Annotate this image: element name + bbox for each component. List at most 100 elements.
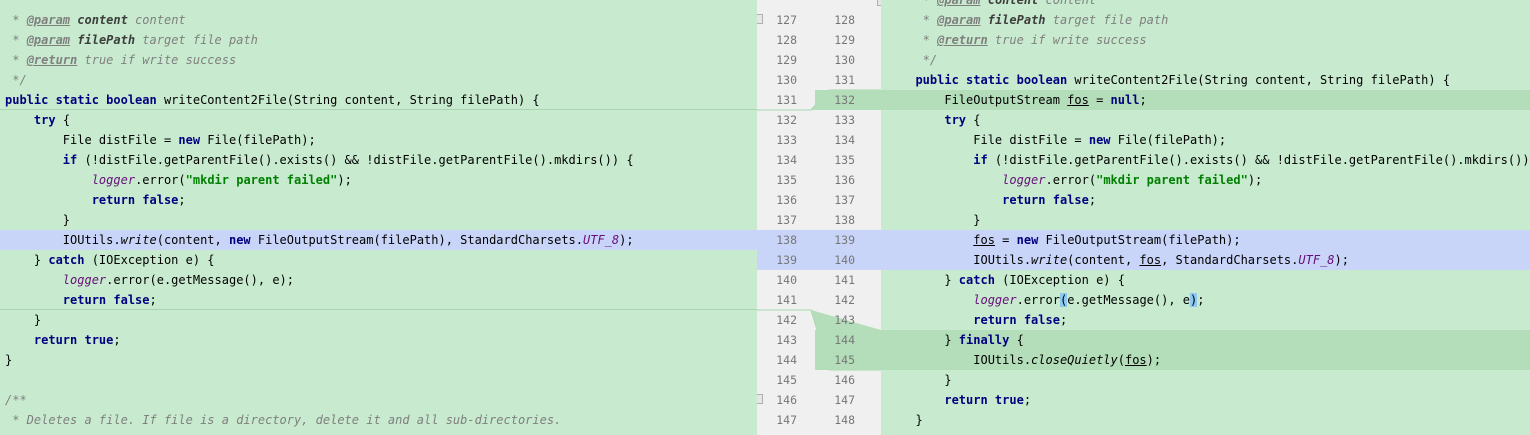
code-token: (content, [1067,253,1140,267]
right-code-line[interactable]: return false; [881,310,1530,330]
left-code-line[interactable]: } [0,350,757,370]
left-line-number: 144 [776,353,797,367]
line-number-gutter: 127 128 128 129 129 130 130 131 131 132 132 133 133 1… [757,0,881,435]
code-token: ; [113,333,121,347]
code-token: "mkdir parent failed" [185,173,338,187]
left-code-line[interactable]: logger.error("mkdir parent failed"); [0,170,757,190]
right-code-line[interactable]: File distFile = new File(filePath); [881,130,1530,150]
left-code-line[interactable]: */ [0,70,757,90]
left-code-line[interactable]: return false; [0,190,757,210]
right-code-line[interactable]: FileOutputStream fos = null; [881,90,1530,110]
code-token: } [901,333,959,347]
code-token: closeQuietly [1031,353,1118,367]
right-line-number: 140 [834,253,855,267]
code-token: @param [937,0,981,7]
left-line-number: 134 [776,153,797,167]
code-token: fos [1067,93,1089,107]
code-token: } [5,353,13,367]
code-token: = [994,233,1017,247]
code-token: } [901,413,923,427]
code-token: try [33,113,56,127]
code-token: public static boolean [5,93,157,107]
right-code-line[interactable]: * @return true if write success [881,30,1530,50]
left-code-line[interactable]: /** [0,390,757,410]
code-token: IOUtils. [5,233,121,247]
left-code-line[interactable] [0,370,757,390]
right-code-line[interactable]: return true; [881,390,1530,410]
code-token: , StandardCharsets. [1161,253,1299,267]
right-code-line[interactable]: } [881,210,1530,230]
code-token: } [5,213,71,227]
left-code-line[interactable]: return false; [0,290,757,310]
right-code-line[interactable]: logger.error("mkdir parent failed"); [881,170,1530,190]
code-token: ; [1023,393,1032,407]
code-token: fos [1124,353,1147,367]
left-code-line[interactable]: File distFile = new File(filePath); [0,130,757,150]
left-code-line[interactable]: * @param content content [0,10,757,30]
left-editor-pane[interactable]: * @param content content * @param filePa… [0,0,757,435]
code-token: (IOException e) { [994,273,1125,287]
code-token: write [120,233,157,247]
right-code-line[interactable]: } catch (IOException e) { [881,270,1530,290]
left-code-line[interactable]: } catch (IOException e) { [0,250,757,270]
left-code-line[interactable]: * @param filePath target file path [0,30,757,50]
code-token: ; [1139,93,1147,107]
left-code-line[interactable]: if (!distFile.getParentFile().exists() &… [0,150,757,170]
left-line-number: 129 [776,53,797,67]
right-line-number: 142 [834,293,855,307]
left-code-line[interactable]: IOUtils.write(content, new FileOutputStr… [0,230,757,250]
code-token: return false [1002,193,1089,207]
left-code-line[interactable]: * Deletes a file. If file is a directory… [0,410,757,430]
right-code-line[interactable]: public static boolean writeContent2File(… [881,70,1530,90]
diff-viewer: * @param content content * @param filePa… [0,0,1530,435]
code-token: @param [937,13,981,27]
right-code-line[interactable]: * @param filePath target file path [881,10,1530,30]
code-token: writeContent2File(String content, String… [156,93,540,107]
code-token: IOUtils. [901,353,1032,367]
code-token: return false [91,193,179,207]
code-token: @param [26,13,71,27]
code-token: ); [619,233,634,247]
left-code-line[interactable]: return true; [0,330,757,350]
right-editor-pane[interactable]: * @param content content * @param filePa… [881,0,1530,435]
left-code-line[interactable]: } [0,310,757,330]
left-code-line[interactable]: } [0,210,757,230]
right-code-line[interactable]: if (!distFile.getParentFile().exists() &… [881,150,1530,170]
right-code-line[interactable]: fos = new FileOutputStream(filePath); [881,230,1530,250]
right-code-line[interactable]: */ [881,50,1530,70]
code-token: filePath [987,13,1046,27]
left-line-number: 137 [776,213,797,227]
right-code-line[interactable]: logger.error(e.getMessage(), e); [881,290,1530,310]
left-code-line[interactable]: try { [0,110,757,130]
right-code-line[interactable]: * @param content content [881,0,1530,10]
right-code-line[interactable]: try { [881,110,1530,130]
left-line-number: 127 [776,13,797,27]
left-code-line[interactable]: * @return true if write success [0,50,757,70]
code-token: ; [149,293,157,307]
right-code-line[interactable]: IOUtils.closeQuietly(fos); [881,350,1530,370]
right-code-line[interactable]: IOUtils.write(content, fos, StandardChar… [881,250,1530,270]
left-code-line[interactable]: public static boolean writeContent2File(… [0,90,757,110]
right-code-line[interactable]: } [881,410,1530,430]
code-token: return true [33,333,114,347]
code-token: File distFile = [901,133,1089,147]
code-token: FileOutputStream(filePath), StandardChar… [250,233,583,247]
right-line-number: 130 [834,53,855,67]
code-token: ); [1334,253,1349,267]
left-line-number: 147 [776,413,797,427]
right-line-number: 145 [834,353,855,367]
code-token: ; [1088,193,1097,207]
left-code-line[interactable]: logger.error(e.getMessage(), e); [0,270,757,290]
right-code-line[interactable]: } [881,370,1530,390]
code-token: content [987,0,1039,7]
code-token: @param [26,33,71,47]
code-token: true if write success [77,53,237,67]
code-token: * [5,13,27,27]
right-code-line[interactable]: } finally { [881,330,1530,350]
code-token: catch [48,253,85,267]
code-token: target file path [1045,13,1169,27]
right-code-line[interactable]: return false; [881,190,1530,210]
